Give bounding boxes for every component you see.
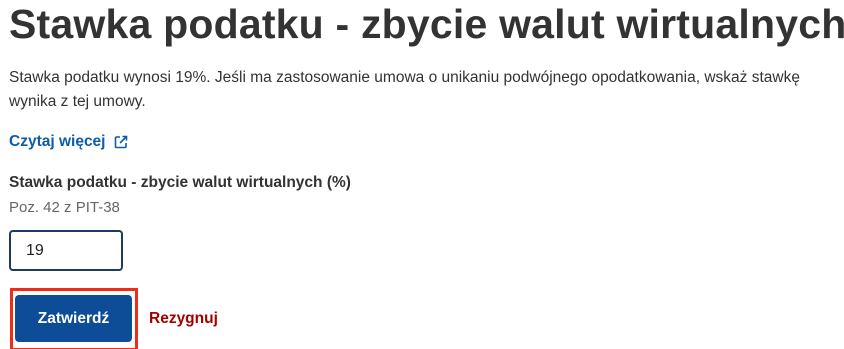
description-line: wynika z tej umowy. [9, 93, 146, 110]
tax-rate-form: Stawka podatku - zbycie walut wirtualnyc… [0, 0, 844, 349]
confirm-button[interactable]: Zatwierdź [15, 295, 132, 342]
tax-rate-input[interactable] [9, 230, 123, 271]
cancel-link[interactable]: Rezygnuj [149, 308, 218, 330]
field-label: Stawka podatku - zbycie walut wirtualnyc… [9, 174, 351, 191]
description: Stawka podatku wynosi 19%. Jeśli ma zast… [9, 66, 844, 114]
description-line: Stawka podatku wynosi 19%. Jeśli ma zast… [9, 69, 800, 86]
read-more-link[interactable]: Czytaj więcej [9, 131, 128, 153]
field-hint: Poz. 42 z PIT-38 [9, 199, 120, 216]
read-more-label: Czytaj więcej [9, 133, 106, 150]
external-link-icon [114, 135, 128, 149]
page-title: Stawka podatku - zbycie walut wirtualnyc… [9, 1, 844, 47]
